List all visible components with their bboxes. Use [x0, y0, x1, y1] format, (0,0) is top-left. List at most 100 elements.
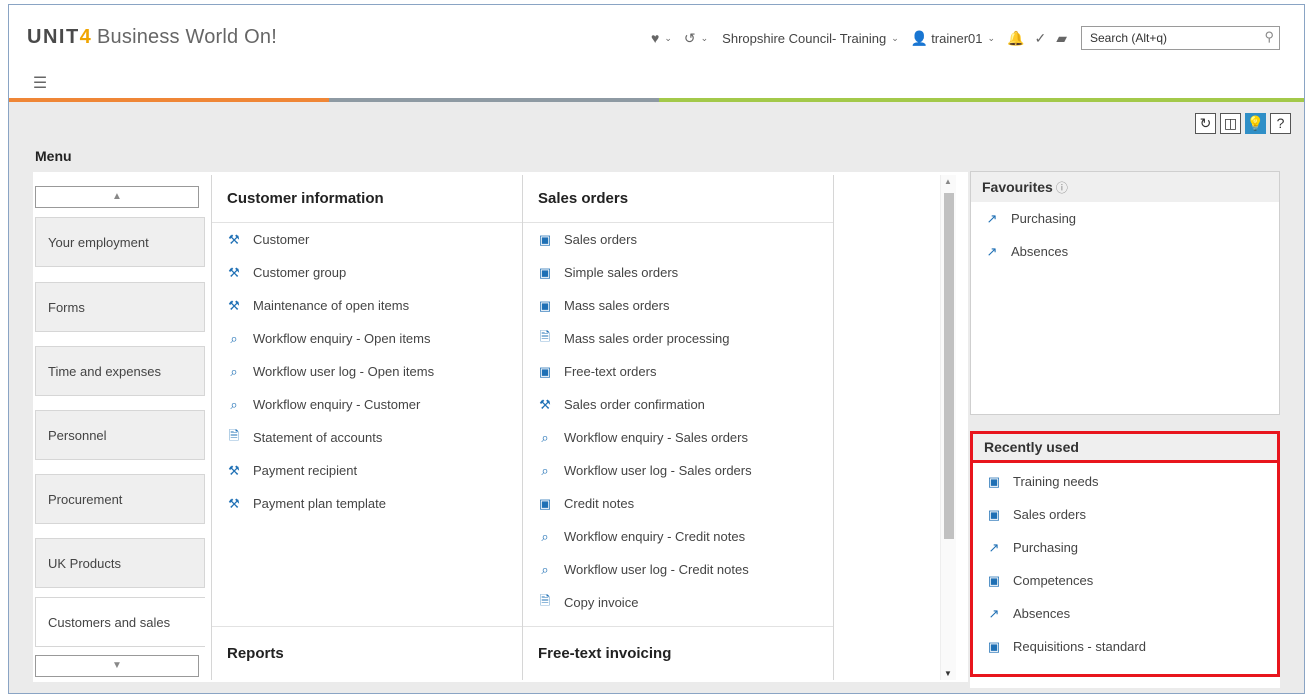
help-button[interactable]: ?: [1270, 113, 1291, 134]
tool-icon: ⚒: [228, 231, 240, 247]
check-icon[interactable]: ✓: [1034, 30, 1046, 47]
app-window: UNIT4 Business World On! ♥ ⌄ ↺ ⌄ Shropshire…: [8, 4, 1305, 694]
favourite-item[interactable]: ↗ Purchasing: [971, 202, 1279, 235]
recent-item[interactable]: ▣ Sales orders: [973, 498, 1277, 531]
menu-item[interactable]: 🗎 Copy invoice: [523, 586, 833, 619]
category-forms[interactable]: Forms: [35, 282, 205, 332]
chevron-down-icon[interactable]: ⌄: [664, 33, 672, 44]
menu-item[interactable]: ⌕ Workflow enquiry - Customer: [212, 388, 522, 421]
category-customers-and-sales[interactable]: Customers and sales: [35, 597, 205, 647]
split-view-button[interactable]: ◫: [1220, 113, 1241, 134]
chevron-down-icon[interactable]: ⌄: [988, 33, 996, 44]
document-icon: 🗎: [228, 427, 240, 443]
menu-scrollbar[interactable]: ▲ ▼: [940, 175, 956, 680]
refresh-button[interactable]: ↻: [1195, 113, 1216, 134]
scroll-down-arrow-icon[interactable]: ▼: [944, 669, 952, 678]
recently-used-panel: Recently used ▣ Training needs ▣ Sales ord…: [970, 431, 1280, 688]
scroll-down-button[interactable]: ▼: [35, 655, 199, 677]
history-icon[interactable]: ↺: [684, 30, 696, 47]
tools-icon: ⚒: [539, 396, 551, 412]
column-heading-reports: Reports: [212, 626, 522, 680]
recent-item[interactable]: ▣ Requisitions - standard: [973, 630, 1277, 663]
category-procurement[interactable]: Procurement: [35, 474, 205, 524]
help-circle-icon[interactable]: ⓘ: [1056, 181, 1068, 195]
user-icon: 👤: [910, 29, 929, 46]
menu-item[interactable]: ⌕ Workflow enquiry - Sales orders: [523, 421, 833, 454]
chevron-down-icon[interactable]: ⌄: [891, 33, 899, 44]
category-personnel[interactable]: Personnel: [35, 410, 205, 460]
menu-item[interactable]: ⚒ Sales order confirmation: [523, 388, 833, 421]
menu-item[interactable]: ▣ Simple sales orders: [523, 256, 833, 289]
menu-lists: Customer information ⚒ Customer ⚒ Customer…: [211, 175, 956, 680]
column-customer-information: Customer information ⚒ Customer ⚒ Customer…: [212, 175, 523, 680]
menu-item[interactable]: ⚒ Payment recipient: [212, 454, 522, 487]
bell-icon[interactable]: 🔔: [1007, 30, 1024, 47]
menu-item[interactable]: ▣ Sales orders: [523, 223, 833, 256]
document-icon: 🗎: [539, 592, 551, 608]
scroll-up-arrow-icon[interactable]: ▲: [944, 177, 952, 186]
chat-icon[interactable]: ▰: [1056, 30, 1067, 47]
menu-item[interactable]: 🗎 Mass sales order processing: [523, 322, 833, 355]
menu-item[interactable]: ⌕ Workflow user log - Sales orders: [523, 454, 833, 487]
column-heading: Sales orders: [523, 175, 833, 223]
category-uk-products[interactable]: UK Products: [35, 538, 205, 588]
favourites-heading: Favourites ⓘ: [971, 172, 1279, 202]
scrollbar-thumb[interactable]: [944, 193, 954, 539]
recent-item[interactable]: ▣ Competences: [973, 564, 1277, 597]
user-menu[interactable]: trainer01: [931, 31, 982, 46]
tool-icon: ⚒: [228, 264, 240, 280]
search-doc-icon: ⌕: [541, 462, 549, 478]
menu-item[interactable]: ⚒ Customer group: [212, 256, 522, 289]
scroll-up-button[interactable]: ▲: [35, 186, 199, 208]
menu-item[interactable]: ⚒ Payment plan template: [212, 487, 522, 520]
category-your-employment[interactable]: Your employment: [35, 217, 205, 267]
external-link-icon: ↗: [988, 539, 1000, 555]
search-doc-icon: ⌕: [541, 561, 549, 577]
search-doc-icon: ⌕: [230, 363, 238, 379]
search-box[interactable]: ⚲: [1081, 26, 1280, 50]
menu-panel: ▲ Your employment Forms Time and expense…: [33, 172, 968, 682]
category-time-and-expenses[interactable]: Time and expenses: [35, 346, 205, 396]
top-bar: UNIT4 Business World On! ♥ ⌄ ↺ ⌄ Shropshire…: [9, 5, 1304, 102]
recent-item[interactable]: ↗ Absences: [973, 597, 1277, 630]
search-doc-icon: ⌕: [230, 330, 238, 346]
form-icon: ▣: [538, 231, 552, 247]
search-doc-icon: ⌕: [230, 396, 238, 412]
favourites-panel: Favourites ⓘ ↗ Purchasing ↗ Absences: [970, 171, 1280, 415]
menu-item[interactable]: ▣ Credit notes: [523, 487, 833, 520]
menu-item[interactable]: ⚒ Customer: [212, 223, 522, 256]
menu-item[interactable]: ⚒ Maintenance of open items: [212, 289, 522, 322]
form-icon: ▣: [538, 363, 552, 379]
external-link-icon: ↗: [986, 210, 998, 226]
search-doc-icon: ⌕: [541, 429, 549, 445]
menu-item[interactable]: ⌕ Workflow enquiry - Credit notes: [523, 520, 833, 553]
menu-item[interactable]: ▣ Mass sales orders: [523, 289, 833, 322]
app-logo: UNIT4 Business World On!: [27, 26, 277, 48]
recent-item[interactable]: ▣ Training needs: [973, 465, 1277, 498]
search-icon[interactable]: ⚲: [1264, 29, 1274, 45]
favourite-item[interactable]: ↗ Absences: [971, 235, 1279, 268]
company-selector[interactable]: Shropshire Council- Training: [722, 31, 886, 46]
search-doc-icon: ⌕: [541, 528, 549, 544]
view-toolbar: ↻ ◫ 💡 ?: [1195, 113, 1291, 134]
menu-item[interactable]: ▣ Free-text orders: [523, 355, 833, 388]
form-icon: ▣: [538, 264, 552, 280]
menu-toggle-icon[interactable]: ☰: [29, 73, 51, 95]
external-link-icon: ↗: [988, 605, 1000, 621]
external-link-icon: ↗: [986, 243, 998, 259]
recent-item[interactable]: ↗ Purchasing: [973, 531, 1277, 564]
form-icon: ▣: [987, 572, 1001, 588]
lightbulb-icon[interactable]: 💡: [1245, 113, 1266, 134]
tab-underline: [9, 98, 1304, 102]
menu-item[interactable]: ⌕ Workflow user log - Credit notes: [523, 553, 833, 586]
menu-item[interactable]: ⌕ Workflow user log - Open items: [212, 355, 522, 388]
column-heading: Customer information: [212, 175, 522, 223]
menu-item[interactable]: 🗎 Statement of accounts: [212, 421, 522, 454]
column-sales-orders: Sales orders ▣ Sales orders ▣ Simple sales…: [523, 175, 834, 680]
menu-item[interactable]: ⌕ Workflow enquiry - Open items: [212, 322, 522, 355]
search-input[interactable]: [1082, 27, 1252, 49]
chevron-down-icon[interactable]: ⌄: [701, 33, 709, 44]
document-icon: 🗎: [539, 328, 551, 344]
tool-icon: ⚒: [228, 495, 240, 511]
heart-icon[interactable]: ♥: [651, 30, 659, 46]
